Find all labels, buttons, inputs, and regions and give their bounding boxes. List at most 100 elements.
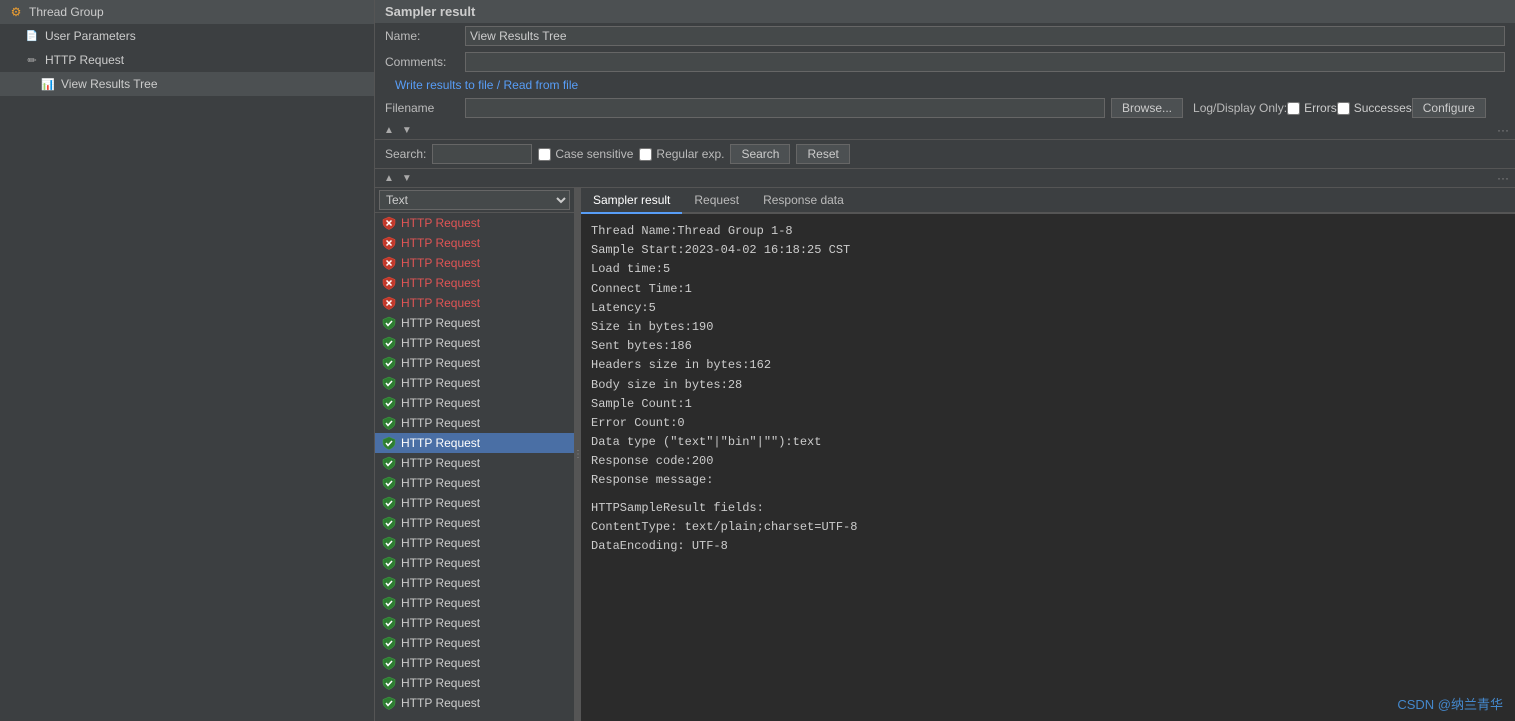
arrow-down-icon[interactable]: ▼ — [399, 124, 415, 137]
request-label: HTTP Request — [401, 676, 480, 690]
result-line: HTTPSampleResult fields: — [591, 499, 1505, 518]
search-input[interactable] — [432, 144, 532, 164]
ellipsis-menu-2[interactable]: ··· — [1497, 171, 1509, 185]
request-label: HTTP Request — [401, 296, 480, 310]
regular-exp-checkbox[interactable] — [639, 148, 652, 161]
request-label: HTTP Request — [401, 556, 480, 570]
format-select[interactable]: TextRegExp TesterCSS/JQuery TesterXPath … — [379, 190, 570, 210]
success-icon — [381, 575, 397, 591]
ellipsis-menu[interactable]: ··· — [1497, 123, 1509, 137]
request-item[interactable]: HTTP Request — [375, 533, 574, 553]
arrow-up-icon[interactable]: ▲ — [381, 124, 397, 137]
request-item[interactable]: HTTP Request — [375, 593, 574, 613]
request-label: HTTP Request — [401, 256, 480, 270]
comments-label: Comments: — [385, 55, 465, 69]
request-item[interactable]: HTTP Request — [375, 393, 574, 413]
result-line: Response code:200 — [591, 452, 1505, 471]
errors-checkbox-group[interactable]: Errors — [1287, 101, 1337, 115]
sidebar-item-user-parameters[interactable]: 📄 User Parameters — [0, 24, 374, 48]
request-label: HTTP Request — [401, 596, 480, 610]
result-line: DataEncoding: UTF-8 — [591, 537, 1505, 556]
result-content: Thread Name:Thread Group 1-8Sample Start… — [581, 214, 1515, 721]
filename-input[interactable] — [465, 98, 1105, 118]
request-label: HTTP Request — [401, 476, 480, 490]
request-item[interactable]: HTTP Request — [375, 493, 574, 513]
request-item[interactable]: HTTP Request — [375, 333, 574, 353]
success-icon — [381, 355, 397, 371]
request-label: HTTP Request — [401, 536, 480, 550]
error-icon — [381, 215, 397, 231]
sidebar-item-view-results-tree[interactable]: 📊 View Results Tree — [0, 72, 374, 96]
case-sensitive-checkbox[interactable] — [538, 148, 551, 161]
request-item[interactable]: HTTP Request — [375, 253, 574, 273]
request-label: HTTP Request — [401, 696, 480, 710]
tab-request[interactable]: Request — [682, 188, 751, 214]
filename-label: Filename — [385, 101, 465, 115]
browse-button[interactable]: Browse... — [1111, 98, 1183, 118]
success-icon — [381, 435, 397, 451]
request-item[interactable]: HTTP Request — [375, 473, 574, 493]
success-icon — [381, 695, 397, 711]
request-item[interactable]: HTTP Request — [375, 653, 574, 673]
sidebar-item-http-request[interactable]: ✏ HTTP Request — [0, 48, 374, 72]
regular-exp-group[interactable]: Regular exp. — [639, 147, 724, 161]
name-input[interactable] — [465, 26, 1505, 46]
request-item[interactable]: HTTP Request — [375, 613, 574, 633]
request-item[interactable]: HTTP Request — [375, 513, 574, 533]
request-label: HTTP Request — [401, 416, 480, 430]
result-line: Latency:5 — [591, 299, 1505, 318]
write-results-row: Write results to file / Read from file — [375, 75, 1515, 95]
comments-input[interactable] — [465, 52, 1505, 72]
request-item[interactable]: HTTP Request — [375, 693, 574, 713]
sidebar-item-label: User Parameters — [45, 29, 136, 43]
result-line: Size in bytes:190 — [591, 318, 1505, 337]
success-icon — [381, 335, 397, 351]
write-results-link[interactable]: Write results to file / Read from file — [385, 75, 588, 95]
tab-sampler-result[interactable]: Sampler result — [581, 188, 682, 214]
success-icon — [381, 615, 397, 631]
request-item[interactable]: HTTP Request — [375, 453, 574, 473]
request-item[interactable]: HTTP Request — [375, 673, 574, 693]
left-pane-toolbar: TextRegExp TesterCSS/JQuery TesterXPath … — [375, 188, 574, 213]
case-sensitive-group[interactable]: Case sensitive — [538, 147, 633, 161]
view-results-icon: 📊 — [40, 76, 56, 92]
configure-button[interactable]: Configure — [1412, 98, 1486, 118]
request-item[interactable]: HTTP Request — [375, 353, 574, 373]
name-row: Name: — [375, 23, 1515, 49]
request-item[interactable]: HTTP Request — [375, 633, 574, 653]
reset-button[interactable]: Reset — [796, 144, 849, 164]
success-icon — [381, 395, 397, 411]
tab-response-data[interactable]: Response data — [751, 188, 856, 214]
request-item[interactable]: HTTP Request — [375, 433, 574, 453]
success-icon — [381, 375, 397, 391]
user-params-icon: 📄 — [24, 28, 40, 44]
toolbar-row-2: ▲ ▼ ··· — [375, 169, 1515, 188]
error-icon — [381, 235, 397, 251]
request-item[interactable]: HTTP Request — [375, 413, 574, 433]
request-item[interactable]: HTTP Request — [375, 313, 574, 333]
result-line: Sample Count:1 — [591, 395, 1505, 414]
sidebar-item-label: Thread Group — [29, 5, 104, 19]
sidebar-item-label: HTTP Request — [45, 53, 124, 67]
sidebar-item-thread-group[interactable]: ⚙ Thread Group — [0, 0, 374, 24]
successes-checkbox[interactable] — [1337, 102, 1350, 115]
request-label: HTTP Request — [401, 436, 480, 450]
success-icon — [381, 315, 397, 331]
request-item[interactable]: HTTP Request — [375, 293, 574, 313]
request-label: HTTP Request — [401, 216, 480, 230]
request-item[interactable]: HTTP Request — [375, 213, 574, 233]
request-label: HTTP Request — [401, 456, 480, 470]
request-item[interactable]: HTTP Request — [375, 373, 574, 393]
result-line: ContentType: text/plain;charset=UTF-8 — [591, 518, 1505, 537]
search-button[interactable]: Search — [730, 144, 790, 164]
arrow-up-2-icon[interactable]: ▲ — [381, 172, 397, 185]
request-item[interactable]: HTTP Request — [375, 573, 574, 593]
filename-row: Filename Browse... Log/Display Only: Err… — [375, 95, 1515, 121]
request-item[interactable]: HTTP Request — [375, 553, 574, 573]
request-item[interactable]: HTTP Request — [375, 273, 574, 293]
arrow-down-2-icon[interactable]: ▼ — [399, 172, 415, 185]
right-pane: Sampler resultRequestResponse data Threa… — [581, 188, 1515, 721]
successes-checkbox-group[interactable]: Successes — [1337, 101, 1412, 115]
request-item[interactable]: HTTP Request — [375, 233, 574, 253]
errors-checkbox[interactable] — [1287, 102, 1300, 115]
